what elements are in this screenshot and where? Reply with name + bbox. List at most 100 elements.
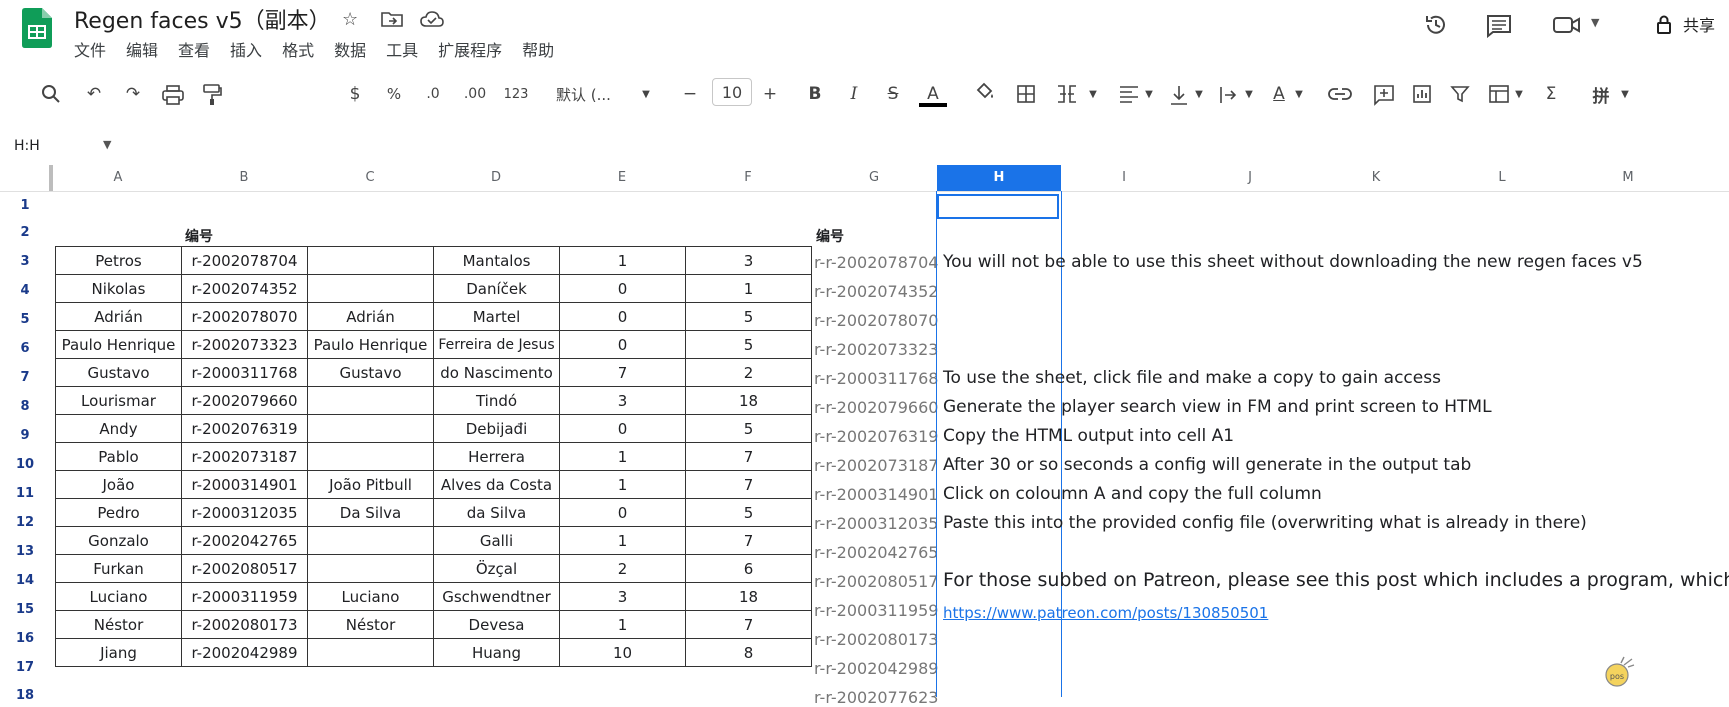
cell-value-f[interactable]: 3 [685,246,812,275]
text-wrapping-icon[interactable] [1218,84,1240,106]
column-header-e[interactable]: E [559,165,685,191]
vertical-align-dropdown-icon[interactable]: ▼ [1192,80,1206,108]
row-header-1[interactable]: 1 [0,198,50,213]
cell-common-name[interactable]: João Pitbull [307,470,434,499]
cell-g-id[interactable]: r-r-2002078070 [814,311,942,330]
cell-common-name[interactable] [307,246,434,275]
menu-insert[interactable]: 插入 [230,37,262,61]
row-header-14[interactable]: 14 [0,573,50,588]
cell-first-name[interactable]: Petros [55,246,182,275]
name-box-dropdown-icon[interactable]: ▼ [103,138,111,151]
cell-value-f[interactable]: 7 [685,610,812,639]
font-size-input[interactable]: 10 [712,78,752,106]
cell-player-id[interactable]: r-2002073187 [181,442,308,471]
row-header-18[interactable]: 18 [0,688,50,703]
cell-common-name[interactable] [307,442,434,471]
column-header-g[interactable]: G [811,165,937,191]
borders-icon[interactable] [1016,84,1036,104]
cell-value-e[interactable]: 0 [559,302,686,331]
cell-first-name[interactable]: Adrián [55,302,182,331]
cell-player-id[interactable]: r-2002080173 [181,610,308,639]
cell-last-name[interactable]: Özçal [433,554,560,583]
cell-first-name[interactable]: Paulo Henrique [55,330,182,359]
cell-last-name[interactable]: do Nascimento [433,358,560,387]
cell-first-name[interactable]: Pablo [55,442,182,471]
move-folder-icon[interactable] [381,10,403,28]
column-header-i[interactable]: I [1061,165,1187,191]
cell-value-f[interactable]: 6 [685,554,812,583]
undo-icon[interactable]: ↶ [82,80,106,108]
cell-value-e[interactable]: 1 [559,470,686,499]
menu-data[interactable]: 数据 [334,37,366,61]
print-icon[interactable] [162,85,184,105]
version-history-icon[interactable] [1423,12,1449,38]
row-header-10[interactable]: 10 [0,457,50,472]
patreon-link[interactable]: https://www.patreon.com/posts/130850501 [943,604,1268,622]
row-header-8[interactable]: 8 [0,399,50,414]
cell-value-f[interactable]: 5 [685,414,812,443]
menu-tools[interactable]: 工具 [386,37,418,61]
cell-value-f[interactable]: 5 [685,498,812,527]
column-header-l[interactable]: L [1439,165,1565,191]
cell-g-id[interactable]: r-r-2000311768 [814,369,942,388]
name-box[interactable]: H:H [14,138,40,154]
cell-first-name[interactable]: Gonzalo [55,526,182,555]
cell-value-e[interactable]: 1 [559,526,686,555]
cell-value-e[interactable]: 3 [559,582,686,611]
cell-player-id[interactable]: r-2002042989 [181,638,308,667]
menu-help[interactable]: 帮助 [522,37,554,61]
cell-common-name[interactable]: Néstor [307,610,434,639]
cell-value-e[interactable]: 0 [559,498,686,527]
cell-common-name[interactable] [307,526,434,555]
note-row-14[interactable]: For those subbed on Patreon, please see … [943,569,1729,591]
row-header-3[interactable]: 3 [0,254,50,269]
cell-first-name[interactable]: Andy [55,414,182,443]
cell-value-f[interactable]: 8 [685,638,812,667]
cell-common-name[interactable] [307,274,434,303]
cell-g-id[interactable]: r-r-2002078704 [814,253,942,272]
filter-views-dropdown-icon[interactable]: ▼ [1512,80,1526,108]
column-header-m[interactable]: M [1565,165,1691,191]
cell-value-e[interactable]: 1 [559,246,686,275]
document-title[interactable]: Regen faces v5（副本） [74,3,331,35]
bold-button[interactable]: B [804,80,826,108]
cell-first-name[interactable]: Luciano [55,582,182,611]
row-header-2[interactable]: 2 [0,225,50,240]
cell-player-id[interactable]: r-2002080517 [181,554,308,583]
cell-last-name[interactable]: Mantalos [433,246,560,275]
cell-player-id[interactable]: r-2002042765 [181,526,308,555]
column-header-h[interactable]: H [937,165,1061,191]
column-header-d[interactable]: D [433,165,559,191]
cell-last-name[interactable]: Gschwendtner [433,582,560,611]
row-header-13[interactable]: 13 [0,544,50,559]
increase-font-size-icon[interactable]: + [760,80,780,108]
cell-common-name[interactable]: Adrián [307,302,434,331]
column-header-a[interactable]: A [55,165,181,191]
fill-color-icon[interactable] [974,80,996,102]
text-rotation-dropdown-icon[interactable]: ▼ [1292,80,1306,108]
note-row-8[interactable]: Generate the player search view in FM an… [943,397,1492,417]
decrease-font-size-icon[interactable]: − [680,80,700,108]
cell-last-name[interactable]: Tindó [433,386,560,415]
cell-value-e[interactable]: 7 [559,358,686,387]
cell-common-name[interactable] [307,554,434,583]
menu-view[interactable]: 查看 [178,37,210,61]
cell-first-name[interactable]: João [55,470,182,499]
horizontal-align-icon[interactable] [1118,84,1140,104]
row-header-15[interactable]: 15 [0,602,50,617]
cell-last-name[interactable]: Alves da Costa [433,470,560,499]
comments-icon[interactable] [1486,14,1512,38]
strikethrough-button[interactable]: S [882,80,904,108]
note-row-3[interactable]: You will not be able to use this sheet w… [943,252,1643,272]
cell-player-id[interactable]: r-2002078070 [181,302,308,331]
star-icon[interactable]: ☆ [342,9,358,30]
cell-last-name[interactable]: Ferreira de Jesus [433,330,560,359]
freeze-handle[interactable] [49,165,53,192]
cell-value-e[interactable]: 1 [559,610,686,639]
insert-link-icon[interactable] [1328,86,1352,102]
cell-last-name[interactable]: Galli [433,526,560,555]
cell-value-e[interactable]: 0 [559,274,686,303]
input-tools-button[interactable]: 拼 [1588,80,1614,108]
cell-first-name[interactable]: Néstor [55,610,182,639]
meet-dropdown-icon[interactable]: ▼ [1591,16,1599,29]
